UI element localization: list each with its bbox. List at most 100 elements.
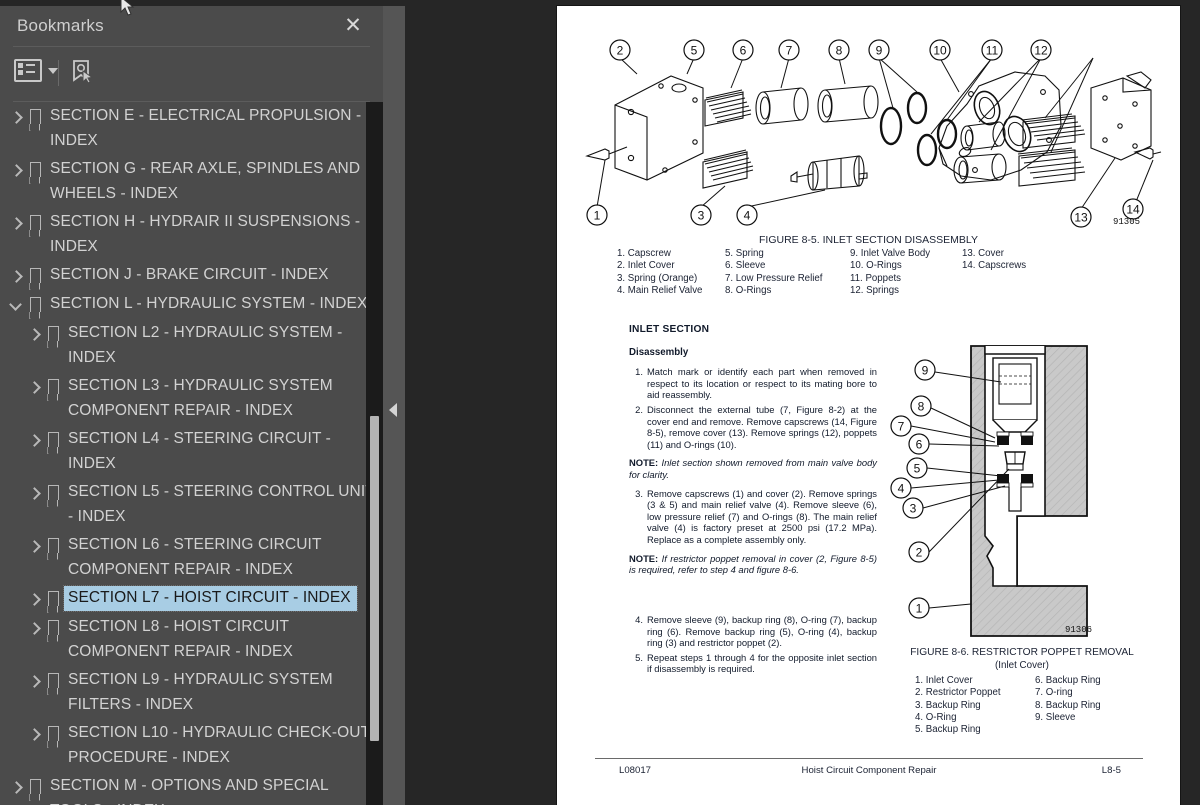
bookmarks-panel-header: Bookmarks ✕ — [0, 6, 383, 46]
chevron-right-icon[interactable] — [8, 266, 24, 288]
bookmark-item[interactable]: SECTION L5 - STEERING CONTROL UNIT - IND… — [0, 478, 383, 531]
svg-text:7: 7 — [786, 44, 793, 58]
bookmark-item[interactable]: SECTION G - REAR AXLE, SPINDLES AND WHEE… — [0, 155, 383, 208]
bookmark-icon — [42, 670, 64, 692]
figure-8-6-legend-entry: 1. Inlet Cover — [915, 675, 973, 686]
mouse-cursor — [120, 0, 135, 16]
figure-8-5-legend-entry: 9. Inlet Valve Body — [850, 248, 931, 259]
bookmarks-tree[interactable]: SECTION E - ELECTRICAL PROPULSION - INDE… — [0, 102, 383, 805]
bookmark-item[interactable]: SECTION L3 - HYDRAULIC SYSTEM COMPONENT … — [0, 372, 383, 425]
bookmark-icon — [42, 482, 64, 504]
bookmark-item[interactable]: SECTION L7 - HOIST CIRCUIT - INDEX — [0, 584, 383, 613]
bookmark-item[interactable]: SECTION L2 - HYDRAULIC SYSTEM - INDEX — [0, 319, 383, 372]
page-footer-divider — [595, 758, 1143, 759]
bookmark-item[interactable]: SECTION E - ELECTRICAL PROPULSION - INDE… — [0, 102, 383, 155]
svg-text:9: 9 — [922, 364, 929, 378]
note-2: NOTE: If restrictor poppet removal in co… — [629, 552, 877, 576]
chevron-right-icon[interactable] — [26, 724, 42, 746]
bookmarks-toolbar — [0, 47, 383, 101]
figure-8-5-legend-entry: 13. Cover — [962, 248, 1004, 259]
figure-8-5-caption: FIGURE 8-5. INLET SECTION DISASSEMBLY — [759, 234, 978, 246]
step-text: Match mark or identify each part when re… — [647, 366, 877, 401]
disassembly-steps-part3: 4. Remove sleeve (9), backup ring (8), O-… — [629, 614, 877, 675]
disassembly-step-item: 2. Disconnect the external tube (7, Figur… — [629, 404, 877, 450]
svg-text:9: 9 — [876, 44, 883, 58]
bookmark-item-label: SECTION J - BRAKE CIRCUIT - INDEX — [50, 266, 329, 283]
bookmark-item[interactable]: SECTION L10 - HYDRAULIC CHECK-OUT PROCED… — [0, 719, 383, 772]
disassembly-steps-part2: 3. Remove capscrews (1) and cover (2). Re… — [629, 488, 877, 546]
svg-text:1: 1 — [916, 602, 923, 616]
pdf-page: 2 5 6 7 8 9 10 11 12 1 3 4 13 14 91305 F… — [557, 6, 1180, 805]
svg-text:5: 5 — [914, 462, 921, 476]
chevron-right-icon[interactable] — [26, 483, 42, 505]
figure-8-6-legend: 1. Inlet Cover 6. Backup Ring 2. Restricto… — [915, 675, 1155, 736]
figure-8-6-legend-entry: 3. Backup Ring — [915, 699, 981, 711]
bookmark-item[interactable]: SECTION H - HYDRAIR II SUSPENSIONS - IND… — [0, 208, 383, 261]
chevron-down-icon[interactable] — [8, 295, 24, 317]
step-number: 4. — [635, 614, 643, 625]
disassembly-step-item: 5. Repeat steps 1 through 4 for the oppos… — [629, 652, 877, 675]
step-number: 3. — [635, 487, 643, 499]
chevron-right-icon[interactable] — [8, 107, 24, 129]
disassembly-steps-part1: 1. Match mark or identify each part when … — [629, 366, 877, 450]
pdf-reader-window: Bookmarks ✕ SECTION E - ELECTRICAL PROPU… — [0, 0, 1200, 805]
page-footer: L08017 Hoist Circuit Component Repair L8… — [595, 765, 1143, 781]
bookmark-item[interactable]: SECTION L4 - STEERING CIRCUIT - INDEX — [0, 425, 383, 478]
figure-8-5-legend-entry: 5. Spring — [725, 248, 764, 259]
figure-8-5-legend-entry: 1. Capscrew — [617, 248, 671, 259]
collapse-left-arrow-icon[interactable] — [389, 403, 397, 417]
document-viewer: 2 5 6 7 8 9 10 11 12 1 3 4 13 14 91305 F… — [405, 6, 1200, 805]
figure-8-6-legend-entry: 7. O-ring — [1035, 687, 1073, 699]
chevron-right-icon[interactable] — [26, 430, 42, 452]
figure-8-5-legend-entry — [962, 285, 1062, 297]
bookmark-item-label: SECTION L5 - STEERING CONTROL UNIT - IND… — [68, 483, 375, 525]
bookmark-icon — [24, 159, 46, 181]
chevron-right-icon[interactable] — [8, 160, 24, 182]
chevron-right-icon[interactable] — [26, 324, 42, 346]
bookmark-item-label: SECTION L7 - HOIST CIRCUIT - INDEX — [63, 585, 358, 612]
svg-text:2: 2 — [617, 44, 624, 58]
panel-splitter[interactable] — [383, 6, 405, 805]
bookmark-icon — [42, 376, 64, 398]
chevron-right-icon[interactable] — [26, 618, 42, 640]
figure-8-6-legend-entry: 9. Sleeve — [1035, 711, 1076, 723]
bookmark-item[interactable]: SECTION L - HYDRAULIC SYSTEM - INDEX — [0, 290, 383, 319]
svg-text:2: 2 — [916, 546, 923, 560]
bookmark-item[interactable]: SECTION L9 - HYDRAULIC SYSTEM FILTERS - … — [0, 666, 383, 719]
bookmark-item-label: SECTION L - HYDRAULIC SYSTEM - INDEX — [50, 295, 368, 312]
close-icon[interactable]: ✕ — [341, 15, 365, 39]
chevron-right-icon[interactable] — [26, 536, 42, 558]
bookmark-icon — [42, 535, 64, 557]
figure-8-5-legend: 1. Capscrew 5. Spring 9. Inlet Valve Body 1… — [617, 248, 1147, 297]
bookmark-item[interactable]: SECTION L8 - HOIST CIRCUIT COMPONENT REP… — [0, 613, 383, 666]
step-number: 1. — [635, 366, 643, 378]
svg-text:12: 12 — [1034, 44, 1048, 58]
bookmark-item-label: SECTION L2 - HYDRAULIC SYSTEM - INDEX — [68, 324, 343, 366]
step-text: Remove capscrews (1) and cover (2). Remo… — [647, 487, 877, 545]
step-text: Disconnect the external tube (7, Figure … — [647, 403, 877, 450]
bookmark-item[interactable]: SECTION J - BRAKE CIRCUIT - INDEX — [0, 261, 383, 290]
figure-8-5-legend-entry: 10. O-Rings — [850, 260, 902, 272]
disassembly-step-item: 1. Match mark or identify each part when … — [629, 366, 877, 401]
step-text: Remove sleeve (9), backup ring (8), O-ri… — [647, 614, 877, 649]
bookmark-icon — [24, 106, 46, 128]
svg-text:14: 14 — [1126, 203, 1140, 217]
bookmark-item-label: SECTION L4 - STEERING CIRCUIT - INDEX — [68, 430, 331, 472]
figure-8-6-drawing-id: 91306 — [1065, 625, 1092, 635]
new-bookmark-button[interactable] — [70, 58, 96, 86]
chevron-right-icon[interactable] — [8, 213, 24, 235]
bookmark-item[interactable]: SECTION L6 - STEERING CIRCUIT COMPONENT … — [0, 531, 383, 584]
bookmarks-panel: Bookmarks ✕ SECTION E - ELECTRICAL PROPU… — [0, 6, 383, 805]
chevron-right-icon[interactable] — [26, 589, 42, 611]
chevron-right-icon[interactable] — [26, 377, 42, 399]
list-view-options-button[interactable] — [14, 59, 58, 82]
bookmark-item[interactable]: SECTION M - OPTIONS AND SPECIAL TOOLS - … — [0, 772, 383, 805]
figure-8-5-legend-entry: 11. Poppets — [850, 272, 901, 284]
figure-8-6-legend-entry: 2. Restrictor Poppet — [915, 687, 1001, 699]
chevron-right-icon[interactable] — [8, 777, 24, 799]
figure-8-6-caption-sub: (Inlet Cover) — [995, 659, 1049, 671]
sidebar-scrollbar-thumb[interactable] — [370, 416, 379, 741]
chevron-right-icon[interactable] — [26, 671, 42, 693]
svg-text:4: 4 — [744, 209, 751, 223]
figure-8-6-legend-entry: 6. Backup Ring — [1035, 675, 1101, 686]
